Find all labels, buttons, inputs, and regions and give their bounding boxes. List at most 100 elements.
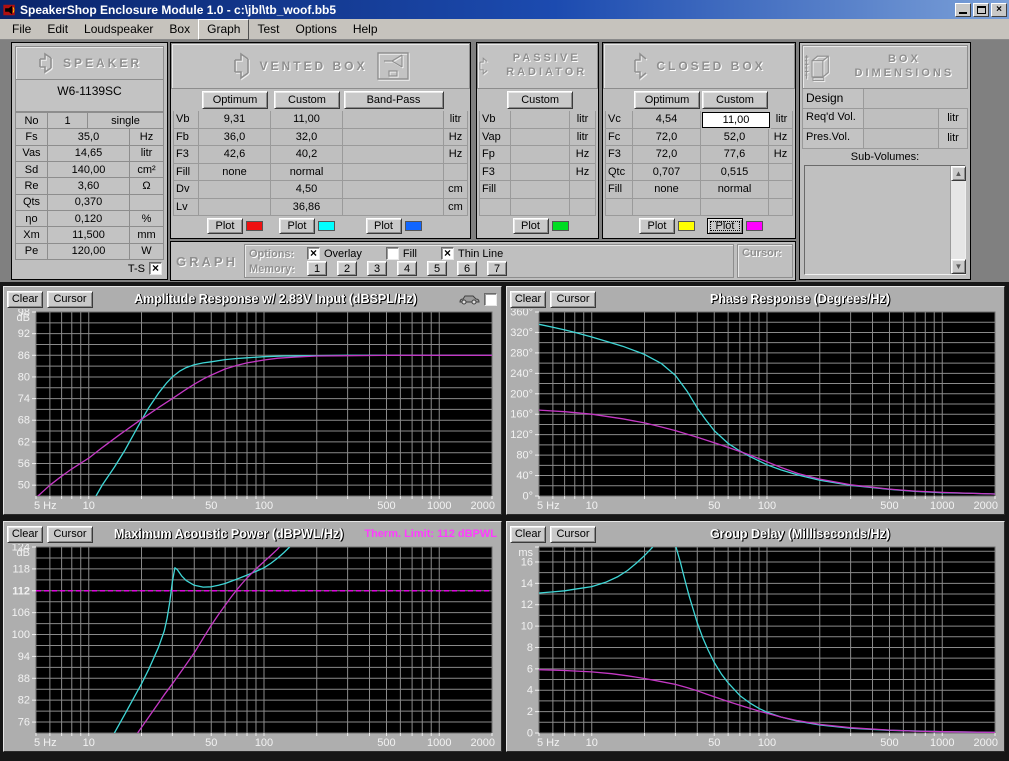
custom-value[interactable]: 11,00 xyxy=(271,111,343,129)
param-value[interactable]: 0,120 xyxy=(48,211,130,227)
menu-graph[interactable]: Graph xyxy=(198,19,249,40)
fill-checkbox[interactable]: × xyxy=(386,247,399,260)
custom-value[interactable] xyxy=(511,181,570,199)
maximum-acoustic-power-plot[interactable]: 76828894100106112118124dB5 Hz10501005001… xyxy=(5,544,500,749)
sub-volumes-listbox[interactable]: ▲ ▼ xyxy=(804,165,966,275)
cursor-button[interactable]: Cursor xyxy=(550,526,596,543)
vented-optimum-button[interactable]: Optimum xyxy=(202,91,268,109)
optimum-value[interactable] xyxy=(199,181,271,199)
scroll-down-icon[interactable]: ▼ xyxy=(951,259,966,274)
param-value[interactable]: 140,00 xyxy=(48,162,130,178)
amplitude-response-plot[interactable]: 505662687480869298dB5 Hz1050100500100020… xyxy=(5,309,500,512)
cursor-button[interactable]: Cursor xyxy=(47,291,93,308)
passive-custom-button[interactable]: Custom xyxy=(507,91,573,109)
vented-bandpass-button[interactable]: Band-Pass xyxy=(344,91,444,109)
menu-test[interactable]: Test xyxy=(249,20,287,39)
bandpass-value[interactable] xyxy=(343,111,444,129)
overlay-checkbox[interactable]: × xyxy=(307,247,320,260)
bandpass-value[interactable] xyxy=(343,199,444,217)
closed-custom-plot-button[interactable]: Plot xyxy=(707,218,743,234)
closed-custom-button[interactable]: Custom xyxy=(702,91,768,109)
optimum-value[interactable]: 36,0 xyxy=(199,129,271,147)
bandpass-value[interactable] xyxy=(343,164,444,182)
car-response-checkbox[interactable]: × xyxy=(484,293,497,306)
clear-button[interactable]: Clear xyxy=(510,291,546,308)
memory-button-7[interactable]: 7 xyxy=(487,261,507,276)
custom-value[interactable]: 40,2 xyxy=(271,146,343,164)
cursor-button[interactable]: Cursor xyxy=(550,291,596,308)
optimum-value[interactable]: none xyxy=(633,181,701,199)
custom-value[interactable]: 0,515 xyxy=(701,164,769,182)
speaker-model[interactable]: W6-1139SC xyxy=(15,80,164,112)
design-value[interactable] xyxy=(864,89,968,109)
custom-value[interactable]: 32,0 xyxy=(271,129,343,147)
custom-value[interactable] xyxy=(701,199,769,217)
custom-value[interactable]: 52,0 xyxy=(701,129,769,147)
param-value[interactable]: 11,500 xyxy=(48,227,130,243)
param-value[interactable]: 3,60 xyxy=(48,178,130,194)
optimum-value[interactable]: 4,54 xyxy=(633,111,701,129)
menu-box[interactable]: Box xyxy=(161,20,198,39)
menu-loudspeaker[interactable]: Loudspeaker xyxy=(76,20,161,39)
custom-value[interactable]: normal xyxy=(271,164,343,182)
vented-bandpass-plot-button[interactable]: Plot xyxy=(366,218,402,234)
optimum-value[interactable] xyxy=(199,199,271,217)
memory-button-6[interactable]: 6 xyxy=(457,261,477,276)
car-icon[interactable] xyxy=(458,293,480,305)
clear-button[interactable]: Clear xyxy=(510,526,546,543)
present-volume-value[interactable] xyxy=(864,129,938,149)
optimum-value[interactable]: 9,31 xyxy=(199,111,271,129)
memory-button-3[interactable]: 3 xyxy=(367,261,387,276)
param-mode[interactable]: single xyxy=(88,113,164,129)
custom-value[interactable] xyxy=(511,129,570,147)
memory-button-5[interactable]: 5 xyxy=(427,261,447,276)
memory-button-4[interactable]: 4 xyxy=(397,261,417,276)
param-value[interactable]: 1 xyxy=(48,113,88,129)
scroll-up-icon[interactable]: ▲ xyxy=(951,166,966,181)
vented-custom-plot-button[interactable]: Plot xyxy=(279,218,315,234)
custom-value-edit-field[interactable]: 11,00 xyxy=(702,112,770,128)
clear-button[interactable]: Clear xyxy=(7,526,43,543)
custom-value[interactable]: 4,50 xyxy=(271,181,343,199)
ts-checkbox[interactable]: × xyxy=(149,262,162,275)
optimum-value[interactable]: 0,707 xyxy=(633,164,701,182)
memory-button-2[interactable]: 2 xyxy=(337,261,357,276)
menu-help[interactable]: Help xyxy=(345,20,386,39)
custom-value[interactable] xyxy=(511,199,570,217)
bandpass-value[interactable] xyxy=(343,146,444,164)
close-button[interactable]: × xyxy=(991,3,1007,17)
param-value[interactable]: 14,65 xyxy=(48,146,130,162)
custom-value[interactable] xyxy=(511,146,570,164)
passive-custom-plot-button[interactable]: Plot xyxy=(513,218,549,234)
group-delay-plot[interactable]: 0246810121416ms5 Hz105010050010002000 xyxy=(508,544,1003,749)
custom-value[interactable]: 77,6 xyxy=(701,146,769,164)
cursor-button[interactable]: Cursor xyxy=(47,526,93,543)
custom-value[interactable]: normal xyxy=(701,181,769,199)
custom-value[interactable] xyxy=(511,164,570,182)
required-volume-value[interactable] xyxy=(864,109,938,129)
optimum-value[interactable]: 42,6 xyxy=(199,146,271,164)
optimum-value[interactable] xyxy=(633,199,701,217)
vented-optimum-plot-button[interactable]: Plot xyxy=(207,218,243,234)
param-value[interactable]: 0,370 xyxy=(48,195,130,211)
minimize-button[interactable] xyxy=(955,3,971,17)
maximize-button[interactable] xyxy=(973,3,989,17)
clear-button[interactable]: Clear xyxy=(7,291,43,308)
menu-file[interactable]: File xyxy=(4,20,39,39)
menu-edit[interactable]: Edit xyxy=(39,20,76,39)
param-value[interactable]: 120,00 xyxy=(48,244,130,260)
phase-response-plot[interactable]: 0°40°80°120°160°200°240°280°320°360°5 Hz… xyxy=(508,309,1003,512)
vented-custom-button[interactable]: Custom xyxy=(274,91,340,109)
closed-optimum-button[interactable]: Optimum xyxy=(634,91,700,109)
thin-line-checkbox[interactable]: × xyxy=(441,247,454,260)
bandpass-value[interactable] xyxy=(343,129,444,147)
optimum-value[interactable]: 72,0 xyxy=(633,146,701,164)
memory-button-1[interactable]: 1 xyxy=(307,261,327,276)
param-value[interactable]: 35,0 xyxy=(48,129,130,145)
sub-volumes-scrollbar[interactable]: ▲ ▼ xyxy=(950,166,965,274)
closed-optimum-plot-button[interactable]: Plot xyxy=(639,218,675,234)
custom-value[interactable] xyxy=(511,111,570,129)
optimum-value[interactable]: 72,0 xyxy=(633,129,701,147)
menu-options[interactable]: Options xyxy=(287,20,344,39)
bandpass-value[interactable] xyxy=(343,181,444,199)
